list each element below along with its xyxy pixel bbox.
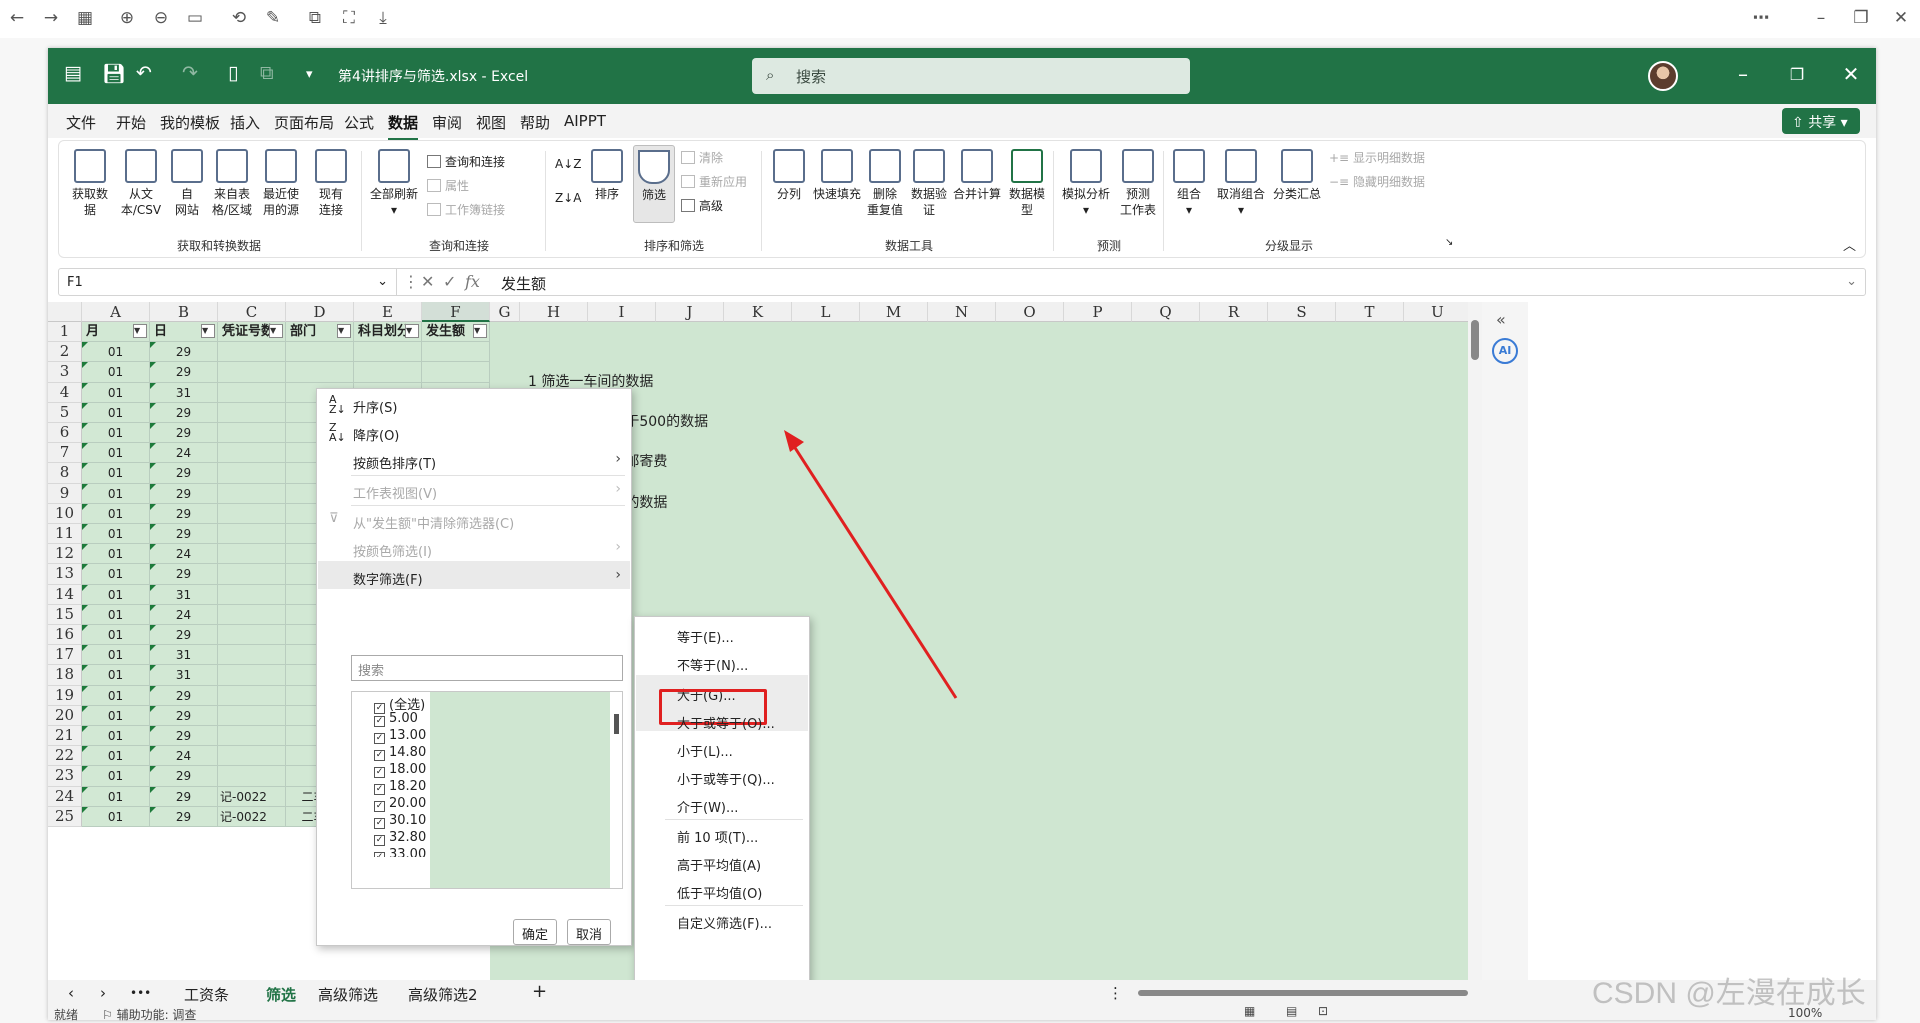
sort-asc-icon: A Z↓ — [329, 393, 346, 416]
back-arrow-icon[interactable]: ← — [4, 8, 30, 28]
tab-scroll-right-icon[interactable]: › — [100, 984, 106, 1002]
grid-icon[interactable]: ▦ — [72, 8, 98, 28]
list-item[interactable]: ✓ 32.80 — [374, 830, 426, 846]
chevron-right-icon: › — [615, 451, 621, 467]
excel-window: ▤ 💾︎ ↶ ↷ ▯ ⧉ ▾ 第4讲排序与筛选.xlsx - Excel ⌕ 搜… — [48, 48, 1876, 1023]
status-ready: 就绪 — [54, 1008, 79, 1022]
number-filter-submenu: 等于(E)... 不等于(N)... 大于(G)... 大于或等于(O)... … — [634, 616, 810, 1004]
list-item[interactable]: ✓ 30.10 — [374, 813, 426, 829]
filter-values-list[interactable]: ✓ (全选) ✓ 5.00 ✓ 13.00 ✓ 14.80 ✓ 18.00 ✓ 18.20 … — [351, 691, 623, 889]
below-average-item[interactable]: 低于平均值(O) — [677, 883, 762, 902]
download-icon[interactable]: ⤓ — [370, 8, 396, 28]
tab-scroll-left-icon[interactable]: ‹ — [68, 984, 74, 1002]
filter-dropdown: A Z↓ 升序(S) Z A↓ 降序(O) 按颜色排序(T) › 工作表视图(V) … — [316, 388, 632, 946]
page-break-icon[interactable]: ⊡ — [1318, 1004, 1328, 1018]
watermark: CSDN @左漫在成长 — [1592, 977, 1866, 1010]
image-viewer-toolbar: ← → ▦ ⊕ ⊖ ▭ ⟲ ✎ ⧉ ⛶ ⤓ ⋯ – ❐ ✕ — [0, 0, 1920, 38]
tab-salary[interactable]: 工资条 — [184, 984, 229, 1005]
menu-divider — [351, 475, 625, 476]
list-item[interactable]: ✓ 14.80 — [374, 745, 426, 761]
restore-icon[interactable]: ❐ — [1848, 8, 1874, 28]
chevron-right-icon: › — [615, 539, 621, 555]
menu-divider — [665, 905, 803, 906]
menu-divider — [665, 819, 803, 820]
fit-icon[interactable]: ▭ — [182, 8, 208, 28]
page-layout-icon[interactable]: ▤ — [1286, 1004, 1297, 1018]
list-item[interactable]: ✓ 18.00 — [374, 762, 426, 778]
more-icon[interactable]: ⋯ — [1748, 8, 1774, 28]
sort-asc-item[interactable]: 升序(S) — [353, 397, 397, 416]
accessibility-status[interactable]: ⚐ 辅助功能: 调查 — [102, 1006, 196, 1023]
ok-button[interactable]: 确定 — [513, 919, 558, 945]
list-item[interactable]: ✓ 18.20 — [374, 779, 426, 795]
list-item[interactable]: ✓ 20.00 — [374, 796, 426, 812]
less-or-equal-item[interactable]: 小于或等于(Q)... — [677, 769, 775, 788]
between-item[interactable]: 介于(W)... — [677, 797, 738, 816]
equals-item[interactable]: 等于(E)... — [677, 627, 734, 646]
cancel-button[interactable]: 取消 — [567, 919, 612, 945]
forward-arrow-icon[interactable]: → — [38, 8, 64, 28]
chevron-right-icon: › — [615, 481, 621, 497]
sheet-view-item[interactable]: 工作表视图(V) — [353, 483, 437, 502]
top-10-item[interactable]: 前 10 项(T)... — [677, 827, 758, 846]
list-item[interactable]: ✓ 5.00 — [374, 711, 418, 727]
filter-by-color-item[interactable]: 按颜色筛选(I) — [353, 541, 432, 560]
tab-advanced-filter-2[interactable]: 高级筛选2 — [408, 984, 478, 1005]
sort-by-color-item[interactable]: 按颜色排序(T) — [353, 453, 436, 472]
custom-filter-item[interactable]: 自定义筛选(F)... — [677, 913, 772, 932]
above-average-item[interactable]: 高于平均值(A) — [677, 855, 761, 874]
normal-view-icon[interactable]: ▦ — [1244, 1004, 1255, 1018]
tab-advanced-filter[interactable]: 高级筛选 — [318, 984, 378, 1005]
fullscreen-icon[interactable]: ⛶ — [336, 8, 362, 28]
sort-desc-item[interactable]: 降序(O) — [353, 425, 399, 444]
list-scrollbar-thumb[interactable] — [614, 714, 619, 734]
greater-or-equal-item[interactable]: 大于或等于(O)... — [677, 713, 775, 732]
sort-desc-icon: Z A↓ — [329, 421, 346, 444]
not-equals-item[interactable]: 不等于(N)... — [677, 655, 748, 674]
copy-icon[interactable]: ⧉ — [302, 8, 328, 28]
horizontal-scrollbar[interactable] — [1138, 990, 1468, 996]
add-sheet-button[interactable]: + — [532, 981, 547, 1002]
menu-divider — [351, 505, 625, 506]
more-tabs-icon[interactable]: ••• — [130, 986, 151, 1000]
less-than-item[interactable]: 小于(L)... — [677, 741, 733, 760]
clear-filter-item[interactable]: 从"发生额"中清除筛选器(C) — [353, 513, 514, 532]
list-item[interactable]: ✓ 33.00 — [374, 847, 426, 857]
list-highlight — [430, 692, 610, 888]
zoom-out-icon[interactable]: ⊖ — [148, 8, 174, 28]
list-item[interactable]: ✓ 13.00 — [374, 728, 426, 744]
close-icon[interactable]: ✕ — [1888, 8, 1914, 28]
more-options-icon[interactable]: ⋮ — [1108, 984, 1123, 1002]
filter-search-input[interactable]: 搜索 — [351, 655, 623, 681]
zoom-in-icon[interactable]: ⊕ — [114, 8, 140, 28]
chevron-right-icon: › — [615, 567, 621, 583]
rotate-icon[interactable]: ⟲ — [226, 8, 252, 28]
edit-icon[interactable]: ✎ — [260, 8, 286, 28]
minimize-icon[interactable]: – — [1808, 8, 1834, 28]
clear-filter-icon: ⊽ — [329, 511, 339, 526]
number-filter-item[interactable]: 数字筛选(F) — [353, 569, 423, 588]
